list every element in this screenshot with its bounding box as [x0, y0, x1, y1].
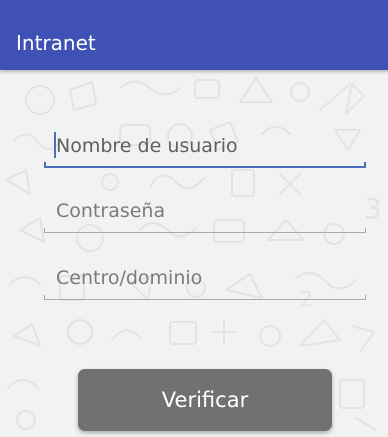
- username-placeholder: Nombre de usuario: [56, 135, 238, 157]
- intranet-login-screen: Intranet 3 2 Nombre de usuario Contraseñ…: [0, 0, 388, 437]
- password-field[interactable]: Contraseña: [44, 193, 366, 233]
- domain-placeholder: Centro/dominio: [56, 267, 203, 289]
- app-title: Intranet: [16, 31, 96, 55]
- password-underline: [44, 228, 366, 233]
- username-underline: [44, 162, 366, 168]
- svg-text:3: 3: [364, 192, 382, 225]
- domain-field[interactable]: Centro/dominio: [44, 260, 366, 300]
- text-cursor: [54, 132, 56, 158]
- verify-button[interactable]: Verificar: [78, 369, 332, 431]
- username-field[interactable]: Nombre de usuario: [44, 128, 366, 168]
- password-placeholder: Contraseña: [56, 200, 166, 222]
- domain-underline: [44, 295, 366, 300]
- app-bar: Intranet: [0, 0, 388, 70]
- login-content: 3 2 Nombre de usuario Contraseña Centro/…: [0, 70, 388, 437]
